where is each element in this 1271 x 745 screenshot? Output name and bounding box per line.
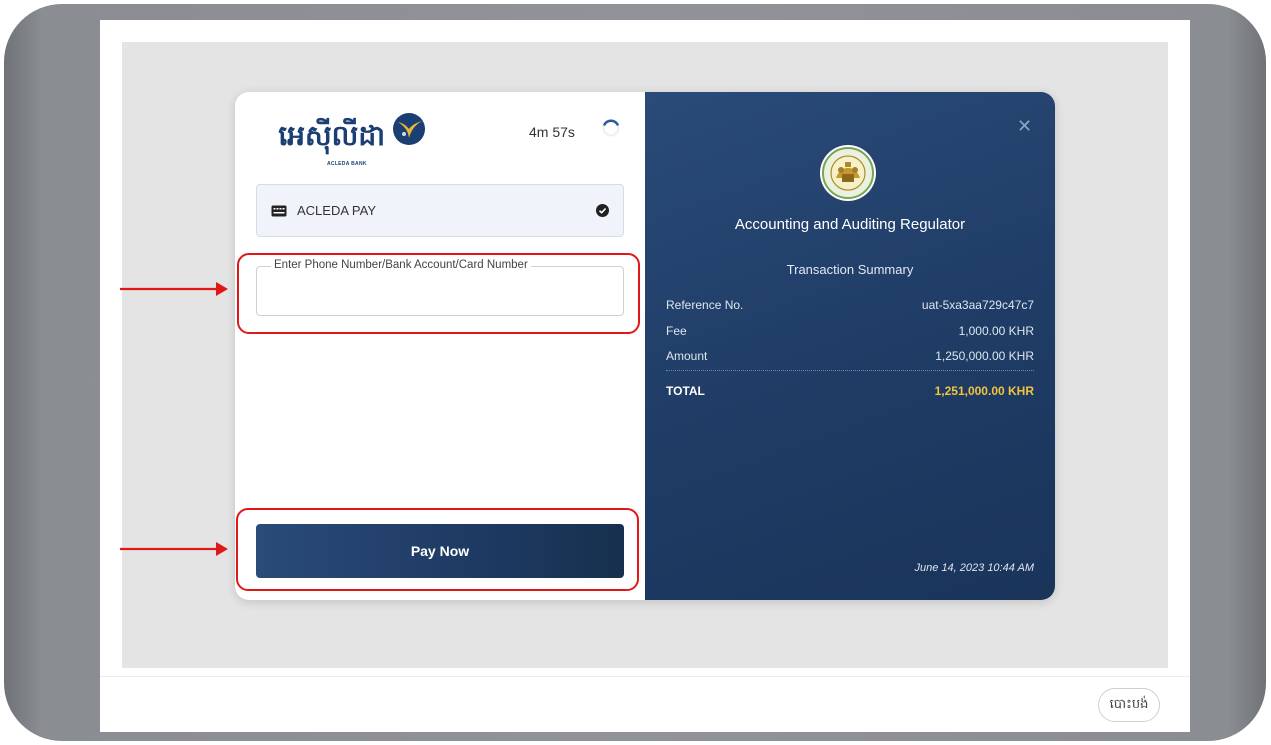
cancel-button[interactable]: បោះបង់ xyxy=(1098,688,1160,722)
summary-row-value: 1,000.00 KHR xyxy=(958,324,1034,338)
summary-row-fee: Fee 1,000.00 KHR xyxy=(666,324,1034,338)
annotation-highlight-button xyxy=(236,508,639,591)
summary-row-value: 1,250,000.00 KHR xyxy=(935,349,1034,363)
summary-row-value: uat-5xa3aa729c47c7 xyxy=(921,298,1034,312)
countdown-timer: 4m 57s xyxy=(529,124,575,140)
loading-spinner-icon xyxy=(602,119,620,137)
logo-subtext: ACLEDA BANK xyxy=(327,161,367,167)
emblem-icon xyxy=(820,145,876,201)
footer-divider xyxy=(100,676,1190,677)
annotation-arrow-input xyxy=(120,282,228,296)
total-value: 1,251,000.00 KHR xyxy=(934,384,1034,398)
summary-row-amount: Amount 1,250,000.00 KHR xyxy=(666,349,1034,363)
check-circle-icon xyxy=(596,204,609,217)
annotation-highlight-input xyxy=(237,253,640,334)
summary-row-label: Amount xyxy=(666,349,708,363)
annotation-arrow-button xyxy=(120,542,228,556)
total-label: TOTAL xyxy=(666,384,705,398)
transaction-summary-panel: ✕ Accounting and Auditing Regulator Tran… xyxy=(645,92,1055,600)
card-icon xyxy=(271,205,287,216)
payment-method-acleda-pay[interactable]: ACLEDA PAY xyxy=(256,184,624,237)
close-icon[interactable]: ✕ xyxy=(1017,116,1032,137)
acleda-bird-icon xyxy=(393,113,425,145)
logo-text: អេស៊ីលីដា xyxy=(278,119,385,152)
summary-row-reference: Reference No. uat-5xa3aa729c47c7 xyxy=(666,298,1034,312)
payment-method-label: ACLEDA PAY xyxy=(297,203,376,218)
summary-row-label: Reference No. xyxy=(666,298,744,312)
summary-title: Transaction Summary xyxy=(786,262,914,277)
summary-row-label: Fee xyxy=(666,324,687,338)
summary-divider xyxy=(666,370,1034,371)
merchant-name: Accounting and Auditing Regulator xyxy=(734,216,966,233)
transaction-date: June 14, 2023 10:44 AM xyxy=(914,562,1034,574)
summary-total-row: TOTAL 1,251,000.00 KHR xyxy=(666,384,1034,398)
